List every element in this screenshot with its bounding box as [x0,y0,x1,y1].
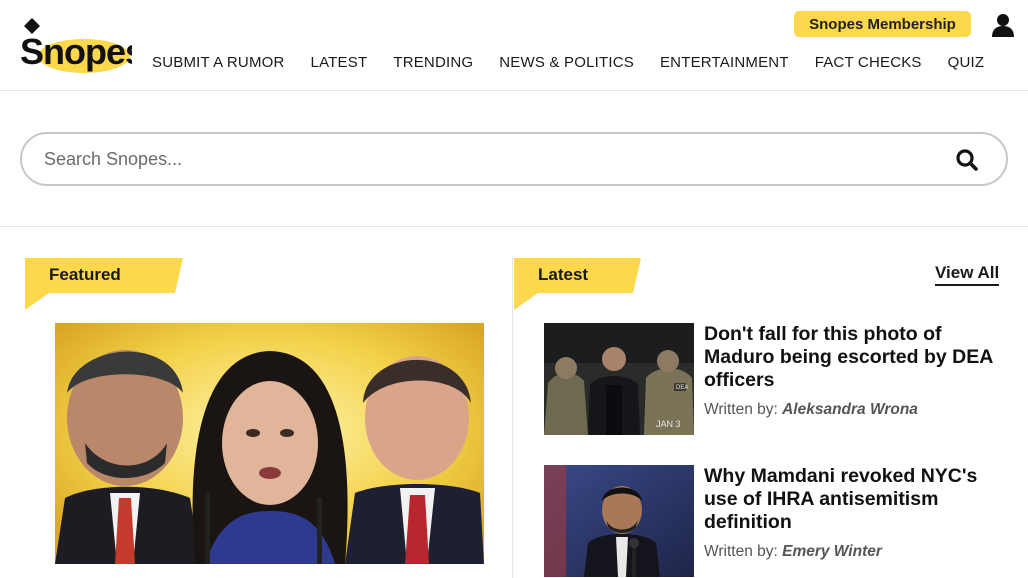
svg-text:Snopes: Snopes [20,31,132,72]
nav-fact-checks[interactable]: FACT CHECKS [815,54,922,71]
author-name[interactable]: Aleksandra Wrona [782,401,918,418]
article-byline: Written by: Emery Winter [704,543,882,561]
column-divider [512,258,513,578]
latest-label: Latest [538,265,589,284]
search-input[interactable] [44,146,924,172]
search-box [20,132,1008,186]
nav-submit-a-rumor[interactable]: SUBMIT A RUMOR [152,54,285,71]
latest-article[interactable]: Why Mamdani revoked NYC's use of IHRA an… [544,465,1014,578]
featured-image[interactable] [55,323,484,564]
article-byline: Written by: Aleksandra Wrona [704,401,918,419]
article-thumbnail[interactable] [544,465,694,577]
snopes-logo[interactable]: Snopes [18,14,145,78]
site-header: Snopes SUBMIT A RUMOR LATEST TRENDING NE… [0,0,1028,91]
svg-text:JAN 3: JAN 3 [656,419,681,429]
author-name[interactable]: Emery Winter [782,543,882,560]
nav-entertainment[interactable]: ENTERTAINMENT [660,54,789,71]
article-title[interactable]: Why Mamdani revoked NYC's use of IHRA an… [704,465,1009,534]
nav-quiz[interactable]: QUIZ [948,54,985,71]
membership-button[interactable]: Snopes Membership [794,11,971,37]
latest-article[interactable]: DEA JAN 3 Don't fall for this photo of M… [544,323,1014,438]
latest-tag: Latest [514,258,644,310]
nav-latest[interactable]: LATEST [311,54,368,71]
article-title[interactable]: Don't fall for this photo of Maduro bein… [704,323,1009,392]
svg-text:DEA: DEA [676,385,688,391]
featured-label: Featured [49,265,121,284]
byline-prefix: Written by: [704,543,778,560]
search-section [0,91,1028,227]
view-all-link[interactable]: View All [935,263,1000,286]
featured-tag: Featured [25,258,185,310]
nav-news-politics[interactable]: NEWS & POLITICS [499,54,634,71]
article-thumbnail[interactable]: DEA JAN 3 [544,323,694,435]
search-icon[interactable] [954,147,980,173]
user-icon[interactable] [990,13,1016,37]
nav-trending[interactable]: TRENDING [393,54,473,71]
main-nav: SUBMIT A RUMOR LATEST TRENDING NEWS & PO… [152,54,1010,71]
byline-prefix: Written by: [704,401,778,418]
